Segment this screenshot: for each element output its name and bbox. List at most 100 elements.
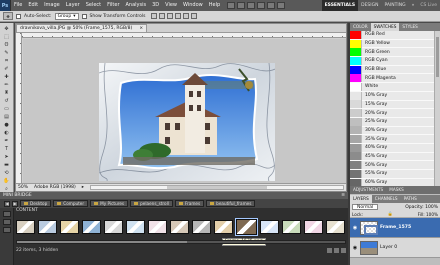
home-icon[interactable] <box>2 211 11 217</box>
tab-paths[interactable]: PATHS <box>401 195 420 203</box>
tab-swatches[interactable]: SWATCHES <box>370 23 400 31</box>
thumbnail-item[interactable] <box>16 220 35 234</box>
hand-tool-icon[interactable] <box>257 2 266 9</box>
swatch-row[interactable]: RGB Magenta <box>350 74 440 84</box>
filter-icon[interactable] <box>327 248 332 253</box>
thumbnail-size-icon[interactable] <box>341 248 346 253</box>
crop-tool-icon[interactable]: ⌗ <box>2 58 11 64</box>
scrollbar-thumb[interactable] <box>17 241 187 243</box>
cs-live-button[interactable]: CS Live <box>417 0 440 11</box>
vertical-ruler[interactable] <box>16 33 22 184</box>
status-arrow-icon[interactable]: ▸ <box>82 185 84 190</box>
move-tool-icon[interactable]: ✥ <box>2 26 11 32</box>
auto-select-checkbox[interactable] <box>16 13 21 19</box>
swatch-row[interactable]: 25% Gray <box>350 117 440 127</box>
search-icon[interactable] <box>2 227 11 233</box>
swatch-row[interactable]: 40% Gray <box>350 143 440 153</box>
swatch-row[interactable]: RGB Green <box>350 48 440 58</box>
breadcrumb-desktop[interactable]: Desktop <box>20 200 52 207</box>
thumbnail-item[interactable] <box>82 220 101 234</box>
brush-tool-icon[interactable]: ✏ <box>2 82 11 88</box>
eye-icon[interactable]: ◉ <box>352 245 358 251</box>
auto-select-dropdown[interactable]: Group ▾ <box>54 12 79 20</box>
thumbnail-item[interactable] <box>260 220 279 234</box>
menu-layer[interactable]: Layer <box>63 0 83 11</box>
blur-tool-icon[interactable]: ● <box>2 122 11 128</box>
tab-adjustments[interactable]: ADJUSTMENTS <box>350 186 386 194</box>
type-tool-icon[interactable]: T <box>2 146 11 152</box>
workspace-design[interactable]: DESIGN <box>358 0 381 11</box>
thumbnail-item[interactable] <box>170 220 189 234</box>
menu-window[interactable]: Window <box>180 0 206 11</box>
thumbnail-item[interactable] <box>104 220 123 234</box>
horizontal-scrollbar[interactable] <box>90 185 344 190</box>
eraser-tool-icon[interactable]: ▭ <box>2 106 11 112</box>
quick-select-tool-icon[interactable]: ✎ <box>2 50 11 56</box>
forward-icon[interactable]: ▶ <box>12 200 18 207</box>
thumbnail-item[interactable] <box>148 220 167 234</box>
canvas-image[interactable] <box>99 63 275 181</box>
swatch-row[interactable]: RGB Yellow <box>350 39 440 49</box>
tab-styles[interactable]: STYLES <box>399 23 420 31</box>
menu-select[interactable]: Select <box>83 0 104 11</box>
thumbnail-item[interactable] <box>38 220 57 234</box>
swatch-row[interactable]: 30% Gray <box>350 126 440 136</box>
thumbnail-item[interactable] <box>235 218 258 236</box>
clone-stamp-tool-icon[interactable]: ♜ <box>2 90 11 96</box>
align-center-icon[interactable] <box>182 13 189 19</box>
show-transform-checkbox[interactable] <box>81 13 87 19</box>
swatch-row[interactable]: 50% Gray <box>350 161 440 170</box>
move-tool-preset-icon[interactable]: ✥ <box>3 12 13 20</box>
hand-tool-icon[interactable]: ✋ <box>2 178 11 184</box>
breadcrumb-my-pictures[interactable]: My Pictures <box>90 200 129 207</box>
menu-view[interactable]: View <box>162 0 180 11</box>
eyedropper-tool-icon[interactable]: ✐ <box>2 66 11 72</box>
swatch-row[interactable]: 55% Gray <box>350 169 440 179</box>
swatch-row[interactable]: RGB Blue <box>350 65 440 75</box>
menu-filter[interactable]: Filter <box>104 0 122 11</box>
thumbnail-item[interactable] <box>304 220 323 234</box>
scrollbar-thumb[interactable] <box>436 37 439 77</box>
swatch-row[interactable]: RGB Red <box>350 31 440 40</box>
workspace-painting[interactable]: PAINTING <box>381 0 408 11</box>
thumbnail-item[interactable] <box>214 220 233 234</box>
eye-icon[interactable]: ◉ <box>352 225 358 231</box>
back-icon[interactable]: ◀ <box>4 200 10 207</box>
layer-row-layer0[interactable]: ◉ Layer 0 <box>350 238 440 258</box>
document-tab[interactable]: dravnikova_villa.JPG @ 50% (Frame_1575, … <box>16 24 148 32</box>
bridge-icon[interactable] <box>227 2 236 9</box>
blend-mode-dropdown[interactable]: Normal <box>352 204 379 210</box>
tab-layers[interactable]: LAYERS <box>350 195 372 203</box>
workspace-more[interactable]: » <box>409 0 418 11</box>
pen-tool-icon[interactable]: ✒ <box>2 138 11 144</box>
swatch-row[interactable]: 35% Gray <box>350 135 440 144</box>
view-icon[interactable] <box>2 219 11 225</box>
shape-tool-icon[interactable]: ▬ <box>2 162 11 168</box>
gradient-tool-icon[interactable]: ▤ <box>2 114 11 120</box>
swatch-row[interactable]: 20% Gray <box>350 109 440 118</box>
thumbnail-item[interactable] <box>126 220 145 234</box>
zoom-level-icon[interactable] <box>247 2 256 9</box>
swatch-row[interactable]: 10% Gray <box>350 91 440 101</box>
align-right-icon[interactable] <box>190 13 197 19</box>
align-top-icon[interactable] <box>150 13 157 19</box>
fill-value[interactable]: 100% <box>426 212 438 217</box>
screen-mode-icon[interactable] <box>277 2 286 9</box>
thumbnail-item[interactable] <box>282 220 301 234</box>
marquee-tool-icon[interactable]: ⬚ <box>2 34 11 40</box>
zoom-level[interactable]: 50% <box>18 185 28 190</box>
swatch-row[interactable]: White <box>350 82 440 92</box>
healing-brush-tool-icon[interactable]: ✚ <box>2 74 11 80</box>
menu-help[interactable]: Help <box>206 0 223 11</box>
history-brush-tool-icon[interactable]: ↺ <box>2 98 11 104</box>
menu-3d[interactable]: 3D <box>149 0 162 11</box>
menu-image[interactable]: Image <box>41 0 63 11</box>
mini-bridge-icon[interactable] <box>237 2 246 9</box>
path-selection-tool-icon[interactable]: ➤ <box>2 154 11 160</box>
align-middle-icon[interactable] <box>158 13 165 19</box>
canvas-area[interactable] <box>23 39 346 184</box>
swatch-row[interactable]: 15% Gray <box>350 100 440 110</box>
scrollbar-thumb[interactable] <box>166 186 268 189</box>
swatch-row[interactable]: 45% Gray <box>350 152 440 162</box>
breadcrumb-frames[interactable]: Frames <box>174 200 205 207</box>
